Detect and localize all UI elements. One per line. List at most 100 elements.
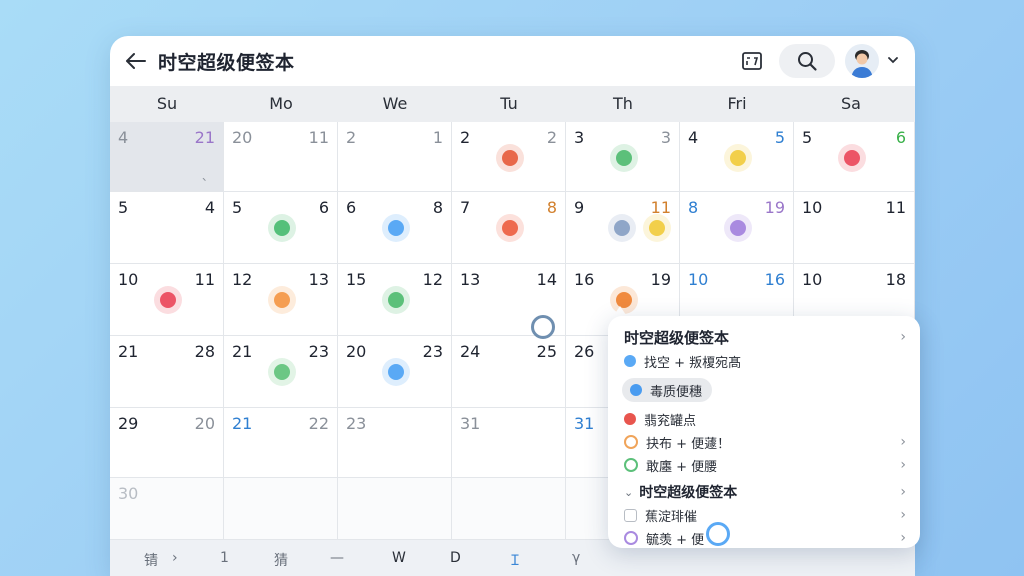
event-dot[interactable] [724, 214, 752, 242]
avatar[interactable] [845, 44, 879, 78]
day-cell[interactable]: 24 25 [452, 336, 566, 408]
day-number: 12 [232, 270, 253, 289]
day-cell[interactable]: 21 [338, 122, 452, 192]
day-number: 4 [118, 128, 129, 147]
toolbar-item[interactable]: D [450, 550, 461, 566]
day-cell[interactable]: 10 11 [794, 192, 915, 264]
day-cell[interactable]: 20 11 [224, 122, 338, 192]
popup-item[interactable]: 翡兖罐点 [624, 408, 906, 430]
search-button[interactable] [779, 44, 835, 78]
app-title: 时空超级便签本 [158, 52, 295, 74]
event-dot[interactable] [382, 214, 410, 242]
day-cell[interactable]: 23 [338, 408, 452, 478]
day-number-secondary: 13 [308, 270, 329, 289]
popup-item-label: 蕉淀琲催 [645, 509, 698, 525]
day-number-secondary: 6 [318, 198, 329, 217]
day-cell[interactable] [338, 478, 452, 540]
day-number-secondary: 19 [764, 198, 785, 217]
back-button[interactable] [124, 49, 148, 73]
popup-header[interactable]: 时空超级便签本 › [624, 326, 906, 348]
event-dot[interactable] [496, 214, 524, 242]
popup-title: 时空超级便签本 [624, 328, 730, 347]
day-cell[interactable]: 22 [452, 122, 566, 192]
event-dot[interactable] [643, 214, 671, 242]
popup-item[interactable]: 敢廛 + 便腰 › [624, 454, 906, 476]
weekday-header: Su Mo We Tu Th Fri Sa [110, 86, 915, 122]
popup-item[interactable]: 找空 + 叛榎宛髙 [624, 350, 906, 372]
day-number: 5 [232, 198, 243, 217]
day-cell[interactable]: 8 19 [680, 192, 794, 264]
day-cell[interactable] [224, 478, 338, 540]
day-cell[interactable]: 45 [680, 122, 794, 192]
toolbar-item[interactable]: 锖 [144, 550, 158, 570]
popup-item-label: 翡兖罐点 [644, 413, 697, 429]
popup-section-title: 时空超级便签本 [639, 485, 738, 501]
day-cell[interactable]: 10 11 [110, 264, 224, 336]
toolbar-item[interactable]: — [330, 550, 344, 566]
day-number-secondary: 22 [308, 414, 329, 433]
day-number: 5 [118, 198, 129, 217]
popup-item[interactable]: 抉布 + 便蘧！ › [624, 431, 906, 453]
popup-section-header[interactable]: ⌄ 时空超级便签本 › [624, 481, 906, 503]
event-dot[interactable] [268, 358, 296, 386]
toolbar-item[interactable]: Ｉ [508, 550, 522, 570]
event-dot[interactable] [838, 144, 866, 172]
day-cell[interactable]: 78 [452, 192, 566, 264]
day-cell[interactable]: 21 22 [224, 408, 338, 478]
toolbar-item[interactable]: 猜 [274, 550, 288, 570]
weekday-label: Tu [500, 94, 518, 113]
cursor-ring [531, 315, 555, 339]
event-dot[interactable] [724, 144, 752, 172]
day-cell[interactable]: 30 [110, 478, 224, 540]
day-cell[interactable]: 54 [110, 192, 224, 264]
day-number: 2 [346, 128, 357, 147]
chevron-right-icon: › [900, 457, 906, 473]
day-cell[interactable] [452, 478, 566, 540]
day-number: 4 [688, 128, 699, 147]
day-number-secondary: 20 [194, 414, 215, 433]
day-number-secondary: 11 [194, 270, 215, 289]
event-dot[interactable] [268, 286, 296, 314]
day-number: 10 [802, 198, 823, 217]
day-cell[interactable]: 29 20 [110, 408, 224, 478]
day-cell[interactable]: 56 [224, 192, 338, 264]
toolbar-item[interactable]: › [172, 550, 178, 566]
day-cell[interactable]: 21 23 [224, 336, 338, 408]
toolbar-item[interactable]: 1 [220, 550, 229, 566]
popup-item-selected[interactable]: 毒质便穗 [622, 378, 713, 402]
day-number-secondary: 11 [308, 128, 329, 147]
day-number: 21 [118, 342, 139, 361]
event-dot[interactable] [268, 214, 296, 242]
day-number: 20 [232, 128, 253, 147]
toolbar-item[interactable]: W [392, 550, 406, 566]
toolbar-item[interactable]: γ [572, 550, 580, 566]
day-cell[interactable]: 21 28 [110, 336, 224, 408]
day-cell[interactable]: 33 [566, 122, 680, 192]
day-cell[interactable]: 56 [794, 122, 915, 192]
day-number-secondary: 1 [432, 128, 443, 147]
day-note-mark: 、 [202, 170, 213, 183]
popup-item[interactable]: 蕉淀琲催 › [624, 504, 906, 526]
calendar-icon [742, 52, 762, 70]
day-cell[interactable]: 15 12 [338, 264, 452, 336]
day-cell[interactable]: 12 13 [224, 264, 338, 336]
color-dot-icon [624, 355, 636, 367]
day-cell[interactable]: 4 21 、 [110, 122, 224, 192]
day-cell[interactable]: 9 11 [566, 192, 680, 264]
day-number: 30 [118, 484, 139, 503]
event-dot[interactable] [496, 144, 524, 172]
day-cell[interactable]: 31 [452, 408, 566, 478]
calendar-button[interactable] [740, 49, 764, 73]
event-dot[interactable] [610, 144, 638, 172]
popup-item[interactable]: 毓羡 + 便 › [624, 527, 906, 549]
day-number-secondary: 8 [432, 198, 443, 217]
chevron-down-icon[interactable] [886, 53, 900, 67]
event-dot[interactable] [154, 286, 182, 314]
day-cell[interactable]: 20 23 [338, 336, 452, 408]
day-cell[interactable]: 68 [338, 192, 452, 264]
event-dot[interactable] [382, 286, 410, 314]
calendar-filter-popup: 时空超级便签本 › 找空 + 叛榎宛髙 毒质便穗翡兖罐点抉布 + 便蘧！ › 敢廛 +… [608, 316, 920, 548]
day-number-secondary: 3 [660, 128, 671, 147]
event-dot[interactable] [382, 358, 410, 386]
event-dot[interactable] [608, 214, 636, 242]
